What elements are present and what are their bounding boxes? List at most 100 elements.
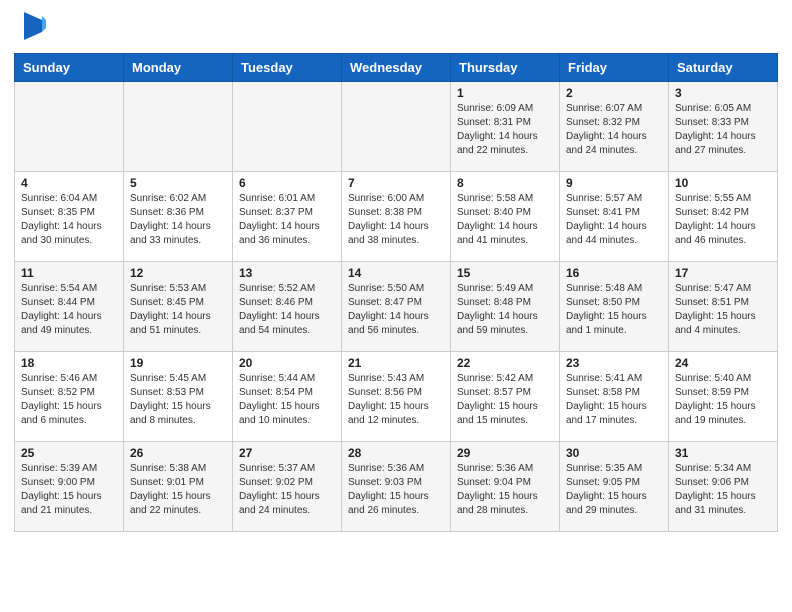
calendar-cell: 26Sunrise: 5:38 AM Sunset: 9:01 PM Dayli… [124, 442, 233, 532]
day-info: Sunrise: 5:46 AM Sunset: 8:52 PM Dayligh… [21, 372, 117, 428]
day-info: Sunrise: 5:35 AM Sunset: 9:05 PM Dayligh… [566, 462, 662, 518]
calendar-cell: 20 Sunrise: 5:44 AM Sunset: 8:54 PM Dayli… [233, 352, 342, 442]
calendar-cell: 13 Sunrise: 5:52 AM Sunset: 8:46 PM Dayli… [233, 262, 342, 352]
day-info: Sunrise: 5:48 AM Sunset: 8:50 PM Dayligh… [566, 282, 662, 338]
calendar-body: 1 Sunrise: 6:09 AM Sunset: 8:31 PM Daylig… [15, 82, 778, 532]
page-header [0, 0, 792, 53]
calendar-cell: 5Sunrise: 6:02 AM Sunset: 8:36 PM Daylig… [124, 172, 233, 262]
calendar-cell: 14Sunrise: 5:50 AM Sunset: 8:47 PM Dayli… [342, 262, 451, 352]
day-number: 23 [566, 356, 662, 370]
calendar-cell: 27Sunrise: 5:37 AM Sunset: 9:02 PM Dayli… [233, 442, 342, 532]
day-info: Sunrise: 6:09 AM Sunset: 8:31 PM Dayligh… [457, 102, 553, 158]
day-number: 27 [239, 446, 335, 460]
day-number: 28 [348, 446, 444, 460]
calendar-cell: 24 Sunrise: 5:40 AM Sunset: 8:59 PM Dayli… [669, 352, 778, 442]
day-number: 7 [348, 176, 444, 190]
day-number: 21 [348, 356, 444, 370]
calendar-header: SundayMondayTuesdayWednesdayThursdayFrid… [15, 54, 778, 82]
day-info: Sunrise: 5:49 AM Sunset: 8:48 PM Dayligh… [457, 282, 553, 338]
day-info: Sunrise: 5:44 AM Sunset: 8:54 PM Dayligh… [239, 372, 335, 428]
day-number: 9 [566, 176, 662, 190]
calendar-cell: 21Sunrise: 5:43 AM Sunset: 8:56 PM Dayli… [342, 352, 451, 442]
calendar-cell: 25 Sunrise: 5:39 AM Sunset: 9:00 PM Dayli… [15, 442, 124, 532]
day-number: 16 [566, 266, 662, 280]
day-info: Sunrise: 6:05 AM Sunset: 8:33 PM Dayligh… [675, 102, 771, 158]
calendar-cell: 22Sunrise: 5:42 AM Sunset: 8:57 PM Dayli… [451, 352, 560, 442]
calendar-cell: 31 Sunrise: 5:34 AM Sunset: 9:06 PM Dayli… [669, 442, 778, 532]
weekday-header: Thursday [451, 54, 560, 82]
day-number: 17 [675, 266, 771, 280]
weekday-header: Sunday [15, 54, 124, 82]
calendar-cell: 19 Sunrise: 5:45 AM Sunset: 8:53 PM Dayli… [124, 352, 233, 442]
weekday-header: Tuesday [233, 54, 342, 82]
calendar-cell: 1 Sunrise: 6:09 AM Sunset: 8:31 PM Daylig… [451, 82, 560, 172]
calendar-cell: 11 Sunrise: 5:54 AM Sunset: 8:44 PM Dayli… [15, 262, 124, 352]
calendar-cell: 10Sunrise: 5:55 AM Sunset: 8:42 PM Dayli… [669, 172, 778, 262]
calendar-cell: 4 Sunrise: 6:04 AM Sunset: 8:35 PM Daylig… [15, 172, 124, 262]
day-info: Sunrise: 5:52 AM Sunset: 8:46 PM Dayligh… [239, 282, 335, 338]
calendar-cell: 6 Sunrise: 6:01 AM Sunset: 8:37 PM Daylig… [233, 172, 342, 262]
calendar-week-row: 11 Sunrise: 5:54 AM Sunset: 8:44 PM Dayli… [15, 262, 778, 352]
calendar-cell: 3 Sunrise: 6:05 AM Sunset: 8:33 PM Daylig… [669, 82, 778, 172]
day-number: 26 [130, 446, 226, 460]
calendar-cell: 8 Sunrise: 5:58 AM Sunset: 8:40 PM Daylig… [451, 172, 560, 262]
day-number: 4 [21, 176, 117, 190]
calendar-cell: 12 Sunrise: 5:53 AM Sunset: 8:45 PM Dayli… [124, 262, 233, 352]
day-number: 3 [675, 86, 771, 100]
calendar-week-row: 1 Sunrise: 6:09 AM Sunset: 8:31 PM Daylig… [15, 82, 778, 172]
day-number: 31 [675, 446, 771, 460]
calendar-week-row: 4 Sunrise: 6:04 AM Sunset: 8:35 PM Daylig… [15, 172, 778, 262]
calendar-cell: 16 Sunrise: 5:48 AM Sunset: 8:50 PM Dayli… [560, 262, 669, 352]
day-info: Sunrise: 5:58 AM Sunset: 8:40 PM Dayligh… [457, 192, 553, 248]
day-number: 25 [21, 446, 117, 460]
day-info: Sunrise: 5:45 AM Sunset: 8:53 PM Dayligh… [130, 372, 226, 428]
day-number: 12 [130, 266, 226, 280]
day-number: 30 [566, 446, 662, 460]
calendar-cell: 18 Sunrise: 5:46 AM Sunset: 8:52 PM Dayli… [15, 352, 124, 442]
day-info: Sunrise: 5:47 AM Sunset: 8:51 PM Dayligh… [675, 282, 771, 338]
calendar-cell [233, 82, 342, 172]
weekday-row: SundayMondayTuesdayWednesdayThursdayFrid… [15, 54, 778, 82]
day-info: Sunrise: 5:41 AM Sunset: 8:58 PM Dayligh… [566, 372, 662, 428]
weekday-header: Saturday [669, 54, 778, 82]
day-info: Sunrise: 6:00 AM Sunset: 8:38 PM Dayligh… [348, 192, 444, 248]
day-number: 20 [239, 356, 335, 370]
day-info: Sunrise: 5:54 AM Sunset: 8:44 PM Dayligh… [21, 282, 117, 338]
weekday-header: Wednesday [342, 54, 451, 82]
day-number: 18 [21, 356, 117, 370]
day-number: 11 [21, 266, 117, 280]
day-info: Sunrise: 5:53 AM Sunset: 8:45 PM Dayligh… [130, 282, 226, 338]
day-info: Sunrise: 6:04 AM Sunset: 8:35 PM Dayligh… [21, 192, 117, 248]
day-info: Sunrise: 5:34 AM Sunset: 9:06 PM Dayligh… [675, 462, 771, 518]
logo-icon [24, 12, 46, 45]
day-number: 8 [457, 176, 553, 190]
day-info: Sunrise: 5:39 AM Sunset: 9:00 PM Dayligh… [21, 462, 117, 518]
calendar-week-row: 25 Sunrise: 5:39 AM Sunset: 9:00 PM Dayli… [15, 442, 778, 532]
calendar-cell: 15 Sunrise: 5:49 AM Sunset: 8:48 PM Dayli… [451, 262, 560, 352]
day-info: Sunrise: 6:01 AM Sunset: 8:37 PM Dayligh… [239, 192, 335, 248]
day-info: Sunrise: 5:57 AM Sunset: 8:41 PM Dayligh… [566, 192, 662, 248]
day-info: Sunrise: 5:55 AM Sunset: 8:42 PM Dayligh… [675, 192, 771, 248]
calendar-cell: 9 Sunrise: 5:57 AM Sunset: 8:41 PM Daylig… [560, 172, 669, 262]
day-number: 19 [130, 356, 226, 370]
calendar-cell: 2 Sunrise: 6:07 AM Sunset: 8:32 PM Daylig… [560, 82, 669, 172]
day-info: Sunrise: 5:40 AM Sunset: 8:59 PM Dayligh… [675, 372, 771, 428]
day-number: 22 [457, 356, 553, 370]
calendar-table: SundayMondayTuesdayWednesdayThursdayFrid… [14, 53, 778, 532]
day-number: 24 [675, 356, 771, 370]
weekday-header: Friday [560, 54, 669, 82]
day-number: 2 [566, 86, 662, 100]
day-info: Sunrise: 5:36 AM Sunset: 9:04 PM Dayligh… [457, 462, 553, 518]
calendar-cell: 30 Sunrise: 5:35 AM Sunset: 9:05 PM Dayli… [560, 442, 669, 532]
day-number: 13 [239, 266, 335, 280]
calendar-cell: 29Sunrise: 5:36 AM Sunset: 9:04 PM Dayli… [451, 442, 560, 532]
calendar-cell [124, 82, 233, 172]
calendar-cell: 23 Sunrise: 5:41 AM Sunset: 8:58 PM Dayli… [560, 352, 669, 442]
day-number: 6 [239, 176, 335, 190]
day-number: 1 [457, 86, 553, 100]
day-info: Sunrise: 6:07 AM Sunset: 8:32 PM Dayligh… [566, 102, 662, 158]
day-number: 15 [457, 266, 553, 280]
calendar-cell [342, 82, 451, 172]
calendar-cell: 17 Sunrise: 5:47 AM Sunset: 8:51 PM Dayli… [669, 262, 778, 352]
day-info: Sunrise: 6:02 AM Sunset: 8:36 PM Dayligh… [130, 192, 226, 248]
